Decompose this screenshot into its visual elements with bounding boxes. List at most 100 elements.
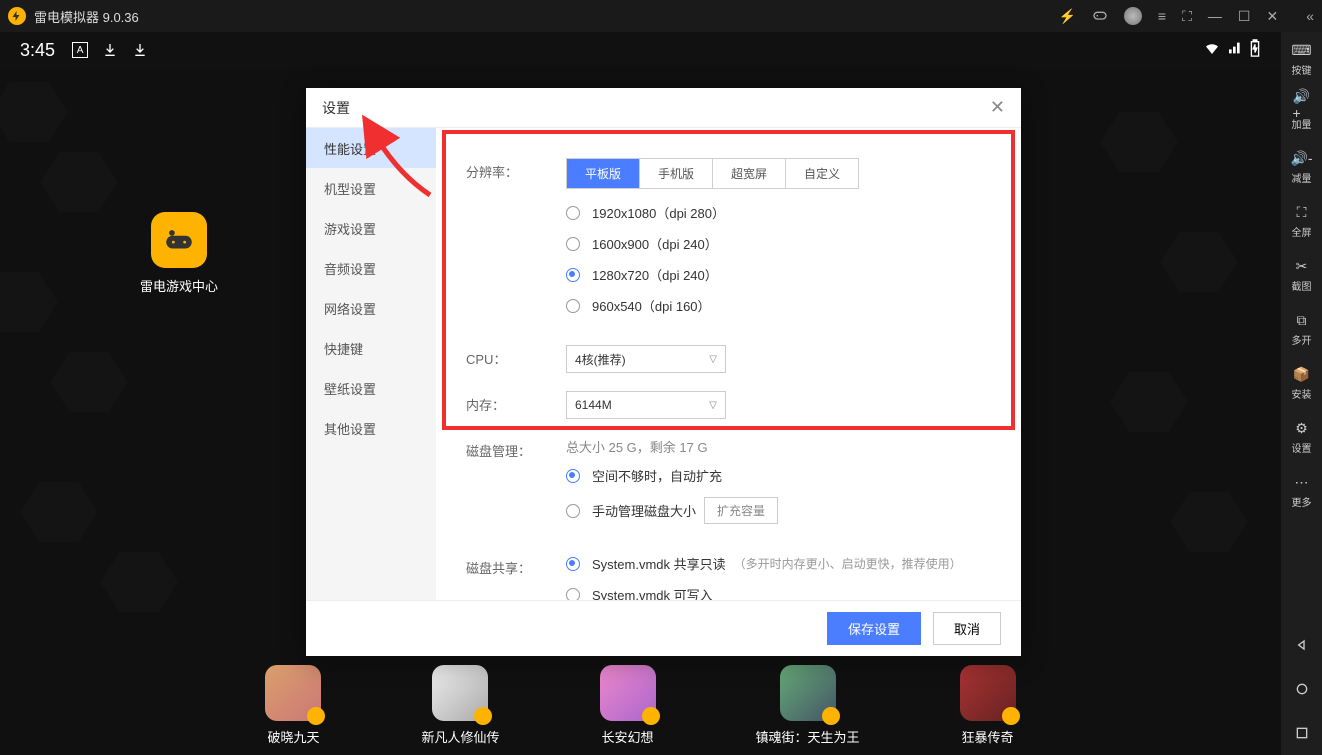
toolbar-volume-down[interactable]: 🔊-减量: [1281, 140, 1322, 194]
settings-sidebar: 性能设置 机型设置 游戏设置 音频设置 网络设置 快捷键 壁纸设置 其他设置: [306, 128, 436, 600]
resolution-option-1080p[interactable]: 1920x1080（dpi 280）: [566, 203, 991, 222]
gear-icon: ⚙: [1293, 420, 1311, 438]
minimize-button[interactable]: —: [1208, 8, 1222, 24]
scissors-icon: ✂: [1293, 258, 1311, 276]
dock-item[interactable]: 镇魂街：天生为王: [756, 665, 860, 755]
toolbar-settings[interactable]: ⚙设置: [1281, 410, 1322, 464]
maximize-button[interactable]: ☐: [1238, 8, 1251, 25]
gamepad-icon: [151, 212, 207, 268]
resolution-option-540p[interactable]: 960x540（dpi 160）: [566, 296, 991, 315]
sidebar-item-game[interactable]: 游戏设置: [306, 208, 436, 248]
ellipsis-icon: ⋯: [1293, 474, 1311, 492]
signal-icon: [1227, 40, 1243, 61]
dock-item-label: 破晓九天: [265, 727, 321, 746]
sidebar-item-model[interactable]: 机型设置: [306, 168, 436, 208]
radio-icon: [566, 206, 580, 220]
resolution-label: 分辨率：: [466, 158, 566, 181]
disk-manage-label: 磁盘管理：: [466, 437, 566, 460]
resolution-option-720p[interactable]: 1280x720（dpi 240）: [566, 265, 991, 284]
tab-phone[interactable]: 手机版: [640, 159, 713, 188]
android-home-button[interactable]: [1281, 667, 1322, 711]
boost-icon[interactable]: ⚡: [1058, 8, 1075, 25]
dialog-title: 设置: [322, 98, 350, 118]
tab-tablet[interactable]: 平板版: [567, 159, 640, 188]
toolbar-install[interactable]: 📦安装: [1281, 356, 1322, 410]
settings-content: 分辨率： 平板版 手机版 超宽屏 自定义 1920x1080（dpi 280） …: [436, 128, 1021, 600]
dock-item[interactable]: 狂暴传奇: [960, 665, 1016, 755]
dialog-close-button[interactable]: ✕: [990, 97, 1005, 118]
close-button[interactable]: ✕: [1266, 8, 1278, 25]
toolbar-screenshot[interactable]: ✂截图: [1281, 248, 1322, 302]
toolbar-fullscreen[interactable]: ⛶全屏: [1281, 194, 1322, 248]
expand-disk-button[interactable]: 扩充容量: [704, 497, 778, 524]
menu-icon[interactable]: ≡: [1158, 8, 1166, 24]
toolbar-keymap[interactable]: ⌨按键: [1281, 32, 1322, 86]
wifi-icon: [1203, 39, 1221, 62]
sidebar-item-audio[interactable]: 音频设置: [306, 248, 436, 288]
app-logo-icon: [8, 7, 26, 25]
dialog-header: 设置 ✕: [306, 88, 1021, 128]
clock: 3:45: [20, 40, 55, 61]
sidebar-item-shortcut[interactable]: 快捷键: [306, 328, 436, 368]
ime-icon: A: [71, 41, 89, 59]
chevron-down-icon: ▽: [709, 400, 717, 411]
dock-item-label: 狂暴传奇: [960, 727, 1016, 746]
cpu-label: CPU：: [466, 345, 566, 368]
disk-share-writable-option[interactable]: System.vmdk 可写入: [566, 585, 991, 600]
radio-icon: [566, 557, 580, 571]
dock: 破晓九天 新凡人修仙传 长安幻想 镇魂街：天生为王 狂暴传奇: [0, 655, 1281, 755]
disk-info: 总大小 25 G，剩余 17 G: [566, 437, 991, 456]
battery-icon: [1249, 39, 1261, 62]
radio-icon: [566, 588, 580, 601]
dock-item-label: 镇魂街：天生为王: [756, 727, 860, 746]
dock-item-label: 新凡人修仙传: [421, 727, 499, 746]
toolbar-more[interactable]: ⋯更多: [1281, 464, 1322, 518]
tab-custom[interactable]: 自定义: [786, 159, 858, 188]
resolution-option-900p[interactable]: 1600x900（dpi 240）: [566, 234, 991, 253]
radio-icon: [566, 237, 580, 251]
radio-icon: [566, 504, 580, 518]
memory-select[interactable]: 6144M ▽: [566, 391, 726, 419]
volume-down-icon: 🔊-: [1293, 150, 1311, 168]
gamepad-icon[interactable]: [1092, 7, 1108, 26]
toolbar-multi[interactable]: ⧉多开: [1281, 302, 1322, 356]
android-back-button[interactable]: [1281, 623, 1322, 667]
download-icon-2: [131, 41, 149, 59]
memory-label: 内存：: [466, 391, 566, 414]
cancel-button[interactable]: 取消: [933, 612, 1001, 645]
avatar[interactable]: [1124, 7, 1142, 25]
disk-auto-expand-option[interactable]: 空间不够时，自动扩充: [566, 466, 991, 485]
android-statusbar: 3:45 A: [0, 32, 1281, 68]
sidebar-item-performance[interactable]: 性能设置: [306, 128, 436, 168]
radio-icon: [566, 299, 580, 313]
fullscreen-icon: ⛶: [1293, 204, 1311, 222]
volume-up-icon: 🔊+: [1293, 96, 1311, 114]
sidebar-item-other[interactable]: 其他设置: [306, 408, 436, 448]
cpu-select[interactable]: 4核(推荐) ▽: [566, 345, 726, 373]
apk-icon: 📦: [1293, 366, 1311, 384]
fullscreen-icon[interactable]: ⛶: [1182, 8, 1192, 25]
settings-dialog: 设置 ✕ 性能设置 机型设置 游戏设置 音频设置 网络设置 快捷键 壁纸设置 其…: [306, 88, 1021, 656]
save-button[interactable]: 保存设置: [827, 612, 921, 645]
download-icon: [101, 41, 119, 59]
dock-item[interactable]: 长安幻想: [600, 665, 656, 755]
keyboard-icon: ⌨: [1293, 42, 1311, 60]
collapse-sidebar-button[interactable]: «: [1306, 8, 1314, 24]
disk-manual-option[interactable]: 手动管理磁盘大小扩充容量: [566, 497, 991, 524]
sidebar-item-wallpaper[interactable]: 壁纸设置: [306, 368, 436, 408]
dialog-footer: 保存设置 取消: [306, 600, 1021, 656]
app-label: 雷电游戏中心: [140, 276, 218, 295]
sidebar-item-network[interactable]: 网络设置: [306, 288, 436, 328]
tab-ultrawide[interactable]: 超宽屏: [713, 159, 786, 188]
titlebar: 雷电模拟器 9.0.36 ⚡ ≡ ⛶ — ☐ ✕ «: [0, 0, 1322, 32]
chevron-down-icon: ▽: [709, 354, 717, 365]
toolbar-volume-up[interactable]: 🔊+加量: [1281, 86, 1322, 140]
dock-item[interactable]: 破晓九天: [265, 665, 321, 755]
side-toolbar: ⌨按键 🔊+加量 🔊-减量 ⛶全屏 ✂截图 ⧉多开 📦安装 ⚙设置 ⋯更多: [1281, 32, 1322, 755]
app-icon-game-center[interactable]: 雷电游戏中心: [140, 212, 218, 295]
android-recent-button[interactable]: [1281, 711, 1322, 755]
dock-item[interactable]: 新凡人修仙传: [421, 665, 499, 755]
radio-icon: [566, 469, 580, 483]
disk-share-label: 磁盘共享：: [466, 554, 566, 577]
disk-share-readonly-option[interactable]: System.vmdk 共享只读（多开时内存更小、启动更快，推荐使用）: [566, 554, 991, 573]
